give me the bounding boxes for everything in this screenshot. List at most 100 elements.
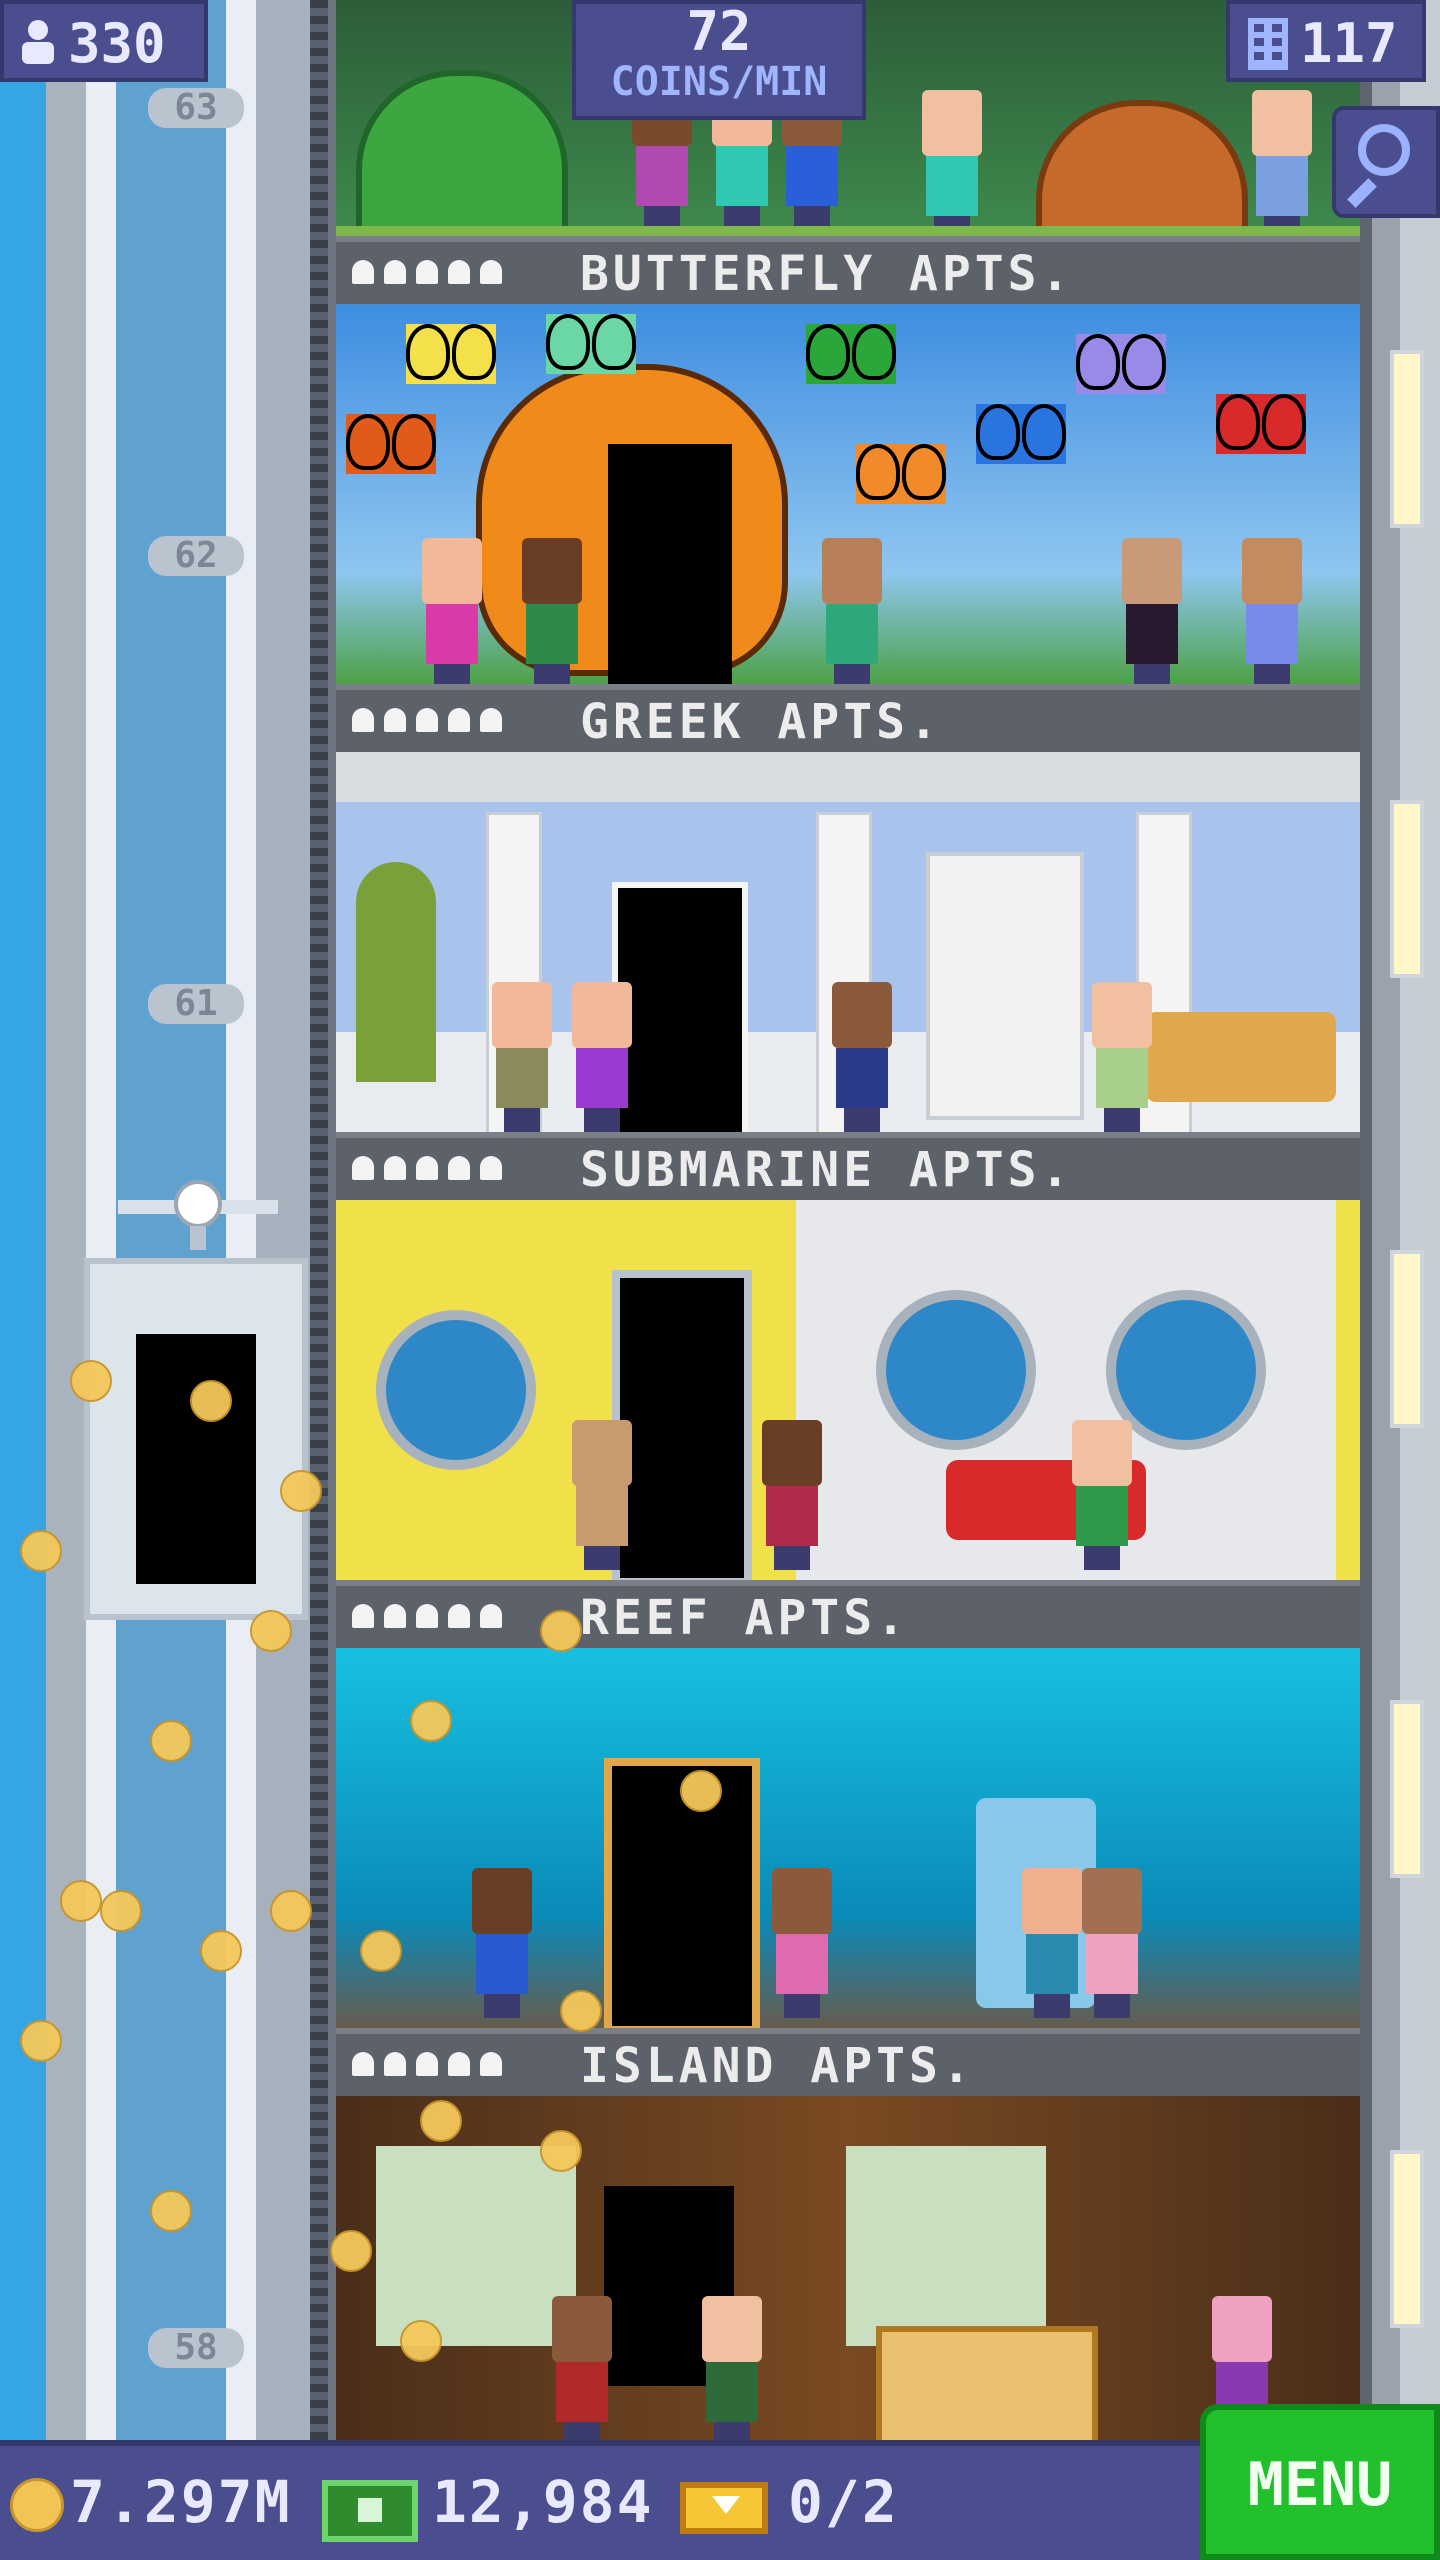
resident[interactable]	[816, 538, 888, 688]
resident[interactable]	[826, 982, 898, 1132]
resident-slots	[352, 2052, 502, 2076]
floor-name: SUBMARINE APTS.	[580, 1142, 1074, 1198]
falling-coin	[150, 1720, 192, 1762]
falling-coin	[200, 1930, 242, 1972]
butterfly-icon	[346, 414, 436, 474]
coin-icon	[10, 2478, 64, 2532]
falling-coin	[540, 1610, 582, 1652]
cash-icon	[322, 2480, 418, 2542]
butterfly-icon	[546, 314, 636, 374]
elevator-door	[136, 1334, 256, 1584]
window	[1390, 1700, 1424, 1878]
elevator-pulley-icon	[118, 1180, 278, 1250]
window-view	[846, 2146, 1046, 2346]
resident[interactable]	[546, 2296, 618, 2440]
room[interactable]	[336, 752, 1360, 1146]
magnifier-icon	[1358, 124, 1410, 176]
falling-coin	[680, 1770, 722, 1812]
room[interactable]	[336, 2096, 1360, 2450]
game-screen: 63 62 61 58 BUTTERFLY APTS. GREEK APTS. …	[0, 0, 1440, 2560]
resident[interactable]	[566, 982, 638, 1132]
falling-coin	[420, 2100, 462, 2142]
resident[interactable]	[766, 1868, 838, 2018]
floor-name: BUTTERFLY APTS.	[580, 246, 1074, 302]
search-button[interactable]	[1332, 106, 1440, 218]
resident[interactable]	[466, 1868, 538, 2018]
window	[1390, 1250, 1424, 1428]
floor-name: REEF APTS.	[580, 1590, 909, 1646]
resident[interactable]	[1246, 90, 1318, 236]
falling-coin	[360, 1930, 402, 1972]
butterfly-icon	[1076, 334, 1166, 394]
butterfly-icon	[406, 324, 496, 384]
floor-label-bar: SUBMARINE APTS.	[336, 1132, 1360, 1200]
plant	[356, 862, 436, 1082]
room-door	[608, 444, 732, 684]
falling-coin	[410, 1700, 452, 1742]
elevator-floor-number: 62	[148, 536, 244, 576]
resident[interactable]	[756, 1420, 828, 1570]
resident[interactable]	[916, 90, 988, 236]
resident[interactable]	[486, 982, 558, 1132]
sofa	[1146, 1012, 1336, 1102]
coins-rate-value: 72	[686, 0, 752, 63]
falling-coin	[150, 2190, 192, 2232]
resident[interactable]	[1076, 1868, 1148, 2018]
butterfly-icon	[806, 324, 896, 384]
room[interactable]	[336, 1200, 1360, 1594]
resident[interactable]	[1236, 538, 1308, 688]
window	[1390, 2150, 1424, 2328]
floor-label-bar: GREEK APTS.	[336, 684, 1360, 752]
elevator-car[interactable]	[84, 1258, 308, 1620]
building-icon	[1248, 18, 1288, 70]
falling-coin	[540, 2130, 582, 2172]
floor-count-counter[interactable]: 117	[1226, 0, 1426, 82]
population-counter[interactable]: 330	[0, 0, 208, 82]
falling-coin	[60, 1880, 102, 1922]
coins-rate-unit: COINS/MIN	[610, 59, 828, 105]
falling-coin	[280, 1470, 322, 1512]
floor-label-bar: ISLAND APTS.	[336, 2028, 1360, 2096]
falling-coin	[100, 1890, 142, 1932]
resident[interactable]	[696, 2296, 768, 2440]
magnifier-handle	[1347, 178, 1377, 208]
resident[interactable]	[516, 538, 588, 688]
falling-coin	[190, 1380, 232, 1422]
resident[interactable]	[566, 1420, 638, 1570]
bux-value: 12,984	[432, 2468, 654, 2536]
falling-coin	[250, 1610, 292, 1652]
sky-background	[0, 0, 46, 2560]
resident[interactable]	[1116, 538, 1188, 688]
window	[1390, 800, 1424, 978]
room[interactable]	[336, 1648, 1360, 2042]
floor-name: ISLAND APTS.	[580, 2038, 975, 2094]
falling-coin	[400, 2320, 442, 2362]
resident-slots	[352, 260, 502, 284]
tent	[1036, 100, 1248, 236]
elevator-floor-number: 61	[148, 984, 244, 1024]
butterfly-icon	[856, 444, 946, 504]
menu-button[interactable]: MENU	[1200, 2404, 1440, 2560]
floor-label-bar: BUTTERFLY APTS.	[336, 236, 1360, 304]
falling-coin	[270, 1890, 312, 1932]
ticket-icon	[680, 2482, 768, 2534]
population-value: 330	[68, 12, 166, 75]
elevator-floor-number: 63	[148, 88, 244, 128]
tent	[356, 70, 568, 236]
porthole	[376, 1310, 536, 1470]
room[interactable]	[336, 304, 1360, 698]
floor-name: GREEK APTS.	[580, 694, 942, 750]
resident-slots	[352, 1604, 502, 1628]
elevator-rail	[310, 0, 328, 2440]
resident[interactable]	[1086, 982, 1158, 1132]
falling-coin	[70, 1360, 112, 1402]
falling-coin	[330, 2230, 372, 2272]
resident[interactable]	[1066, 1420, 1138, 1570]
butterfly-icon	[976, 404, 1066, 464]
falling-coin	[20, 2020, 62, 2062]
floor-count-value: 117	[1300, 12, 1398, 75]
floor-label-bar: REEF APTS.	[336, 1580, 1360, 1648]
porthole	[876, 1290, 1036, 1450]
resident[interactable]	[416, 538, 488, 688]
coins-rate-panel: 72 COINS/MIN	[572, 0, 866, 120]
